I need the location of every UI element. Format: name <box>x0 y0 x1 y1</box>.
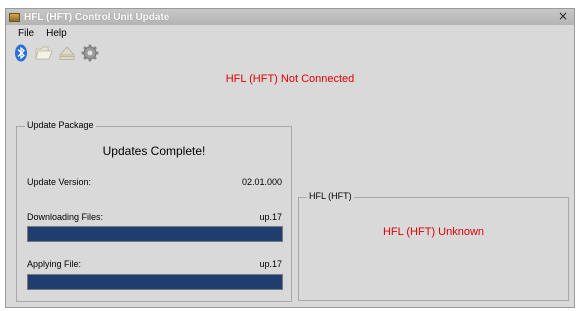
update-package-title: Update Package <box>25 120 96 130</box>
update-version-label: Update Version: <box>27 177 92 187</box>
menu-file[interactable]: File <box>12 28 40 39</box>
applying-label: Applying File: <box>27 259 82 269</box>
connection-status: HFL (HFT) Not Connected <box>225 73 355 85</box>
downloading-progress-bar <box>27 226 283 242</box>
applying-progress-fill <box>28 275 282 289</box>
bluetooth-icon[interactable] <box>12 44 30 62</box>
applying-progress-bar <box>27 274 283 290</box>
close-button[interactable]: × <box>556 10 570 23</box>
folder-icon[interactable] <box>35 44 53 62</box>
applying-value: up.17 <box>259 259 282 269</box>
hfl-group-title: HFL (HFT) <box>307 191 354 201</box>
toolbar <box>6 41 574 65</box>
menu-bar: File Help <box>6 25 574 41</box>
downloading-progress-fill <box>28 227 282 241</box>
eject-icon[interactable] <box>58 44 76 62</box>
downloading-label: Downloading Files: <box>27 212 104 222</box>
menu-help[interactable]: Help <box>40 28 73 39</box>
app-window: HFL (HFT) Control Unit Update × File Hel… <box>5 8 575 308</box>
app-icon <box>9 12 20 22</box>
hfl-status-text: HFL (HFT) Unknown <box>382 226 485 238</box>
update-status-text: Updates Complete! <box>102 144 206 158</box>
downloading-value: up.17 <box>259 212 282 222</box>
update-version-value: 02.01.000 <box>241 177 282 187</box>
settings-gear-icon[interactable] <box>81 44 99 62</box>
title-bar[interactable]: HFL (HFT) Control Unit Update × <box>6 9 574 25</box>
window-title: HFL (HFT) Control Unit Update <box>24 11 170 23</box>
update-package-group: Update Package Updates Complete! Update … <box>16 120 292 302</box>
hfl-group: HFL (HFT) HFL (HFT) Unknown <box>298 191 569 301</box>
